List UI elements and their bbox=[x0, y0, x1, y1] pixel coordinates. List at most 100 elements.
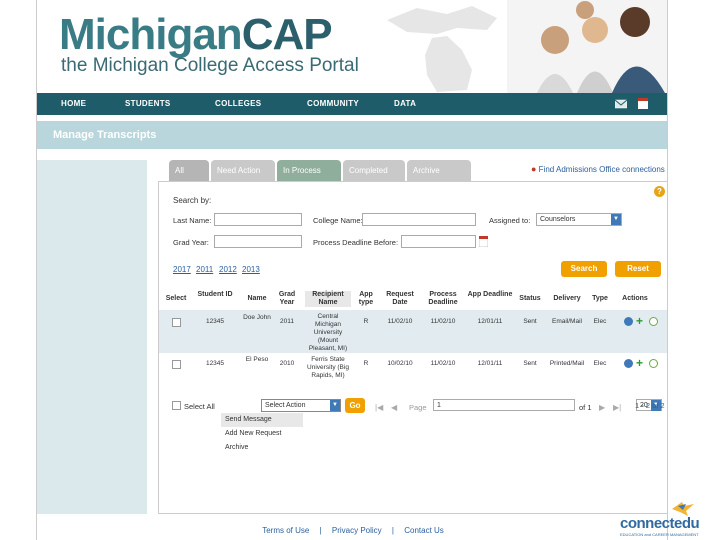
col-grad-year[interactable]: Grad Year bbox=[275, 291, 299, 307]
footer-separator: | bbox=[319, 526, 322, 535]
action-dropdown-menu: Send Message Add New Request Archive bbox=[221, 413, 303, 455]
chevron-down-icon: ▼ bbox=[330, 400, 340, 411]
col-app-type[interactable]: App type bbox=[355, 291, 377, 307]
cell-name[interactable]: El Peso bbox=[241, 356, 273, 364]
footer-terms-link[interactable]: Terms of Use bbox=[262, 526, 309, 535]
cell-status: Sent bbox=[523, 318, 537, 325]
calendar-icon[interactable] bbox=[637, 97, 649, 110]
page: MichiganCAP the Michigan College Access … bbox=[36, 0, 668, 540]
menu-item-archive[interactable]: Archive bbox=[221, 441, 303, 455]
next-page-icon[interactable]: ▶ bbox=[599, 403, 605, 412]
reset-button[interactable]: Reset bbox=[615, 261, 661, 277]
cell-student-id: 12345 bbox=[205, 318, 225, 325]
mail-icon[interactable] bbox=[615, 97, 627, 110]
go-button[interactable]: Go bbox=[345, 398, 365, 413]
cell-app-deadline: 12/01/11 bbox=[477, 360, 503, 367]
year-link[interactable]: 2017 bbox=[173, 265, 191, 274]
cell-app-deadline: 12/01/11 bbox=[477, 318, 503, 325]
row-checkbox[interactable] bbox=[172, 360, 181, 369]
college-name-input[interactable] bbox=[362, 213, 476, 226]
offices-link-label: Find Admissions Office connections bbox=[538, 165, 665, 174]
cell-request-date: 11/02/10 bbox=[387, 318, 413, 325]
people-icon: ● bbox=[531, 164, 537, 174]
col-request-date[interactable]: Request Date bbox=[381, 291, 419, 307]
site-logo[interactable]: MichiganCAP bbox=[59, 10, 333, 60]
col-status[interactable]: Status bbox=[515, 295, 545, 303]
tab-in-process[interactable]: In Process bbox=[277, 160, 341, 181]
col-delivery[interactable]: Delivery bbox=[547, 295, 587, 303]
table-row: 12345 Doe John 2011 Central Michigan Uni… bbox=[159, 310, 667, 353]
footer-contact-link[interactable]: Contact Us bbox=[404, 526, 444, 535]
left-sidebar-panel bbox=[37, 160, 147, 514]
year-link[interactable]: 2012 bbox=[219, 265, 237, 274]
col-type[interactable]: Type bbox=[589, 295, 611, 303]
page-title-bar: Manage Transcripts bbox=[37, 121, 667, 149]
view-icon[interactable] bbox=[624, 317, 633, 326]
nav-students[interactable]: STUDENTS bbox=[125, 99, 171, 108]
tab-all[interactable]: All bbox=[169, 160, 209, 181]
view-icon[interactable] bbox=[624, 359, 633, 368]
cell-app-type: R bbox=[363, 318, 369, 325]
result-range: 1 - 2 of 2 bbox=[635, 401, 665, 410]
first-page-icon[interactable]: |◀ bbox=[375, 403, 383, 412]
page-input[interactable]: 1 bbox=[433, 399, 575, 411]
col-actions: Actions bbox=[622, 295, 648, 302]
cell-grad-year: 2010 bbox=[279, 360, 295, 367]
footer-separator: | bbox=[391, 526, 394, 535]
help-icon[interactable]: ? bbox=[654, 186, 665, 197]
nav-community[interactable]: COMMUNITY bbox=[307, 99, 359, 108]
col-recipient-name[interactable]: Recipient Name bbox=[305, 291, 351, 307]
logo-part1: Michigan bbox=[59, 10, 243, 59]
tab-completed[interactable]: Completed bbox=[343, 160, 405, 181]
last-name-input[interactable] bbox=[214, 213, 302, 226]
cell-recipient: Ferris State University (Big Rapids, MI) bbox=[307, 356, 349, 379]
site-header: MichiganCAP the Michigan College Access … bbox=[37, 0, 667, 93]
prev-page-icon[interactable]: ◀ bbox=[391, 403, 397, 412]
add-icon[interactable]: + bbox=[636, 315, 643, 327]
cell-process-deadline: 11/02/10 bbox=[430, 360, 456, 367]
col-app-deadline[interactable]: App Deadline bbox=[467, 291, 513, 299]
tab-need-action[interactable]: Need Action bbox=[211, 160, 275, 181]
action-select-value: Select Action bbox=[265, 402, 306, 409]
select-all-checkbox[interactable] bbox=[172, 401, 181, 410]
table-row: 12345 El Peso 2010 Ferris State Universi… bbox=[159, 353, 667, 396]
year-link[interactable]: 2011 bbox=[196, 265, 213, 274]
grad-year-label: Grad Year: bbox=[173, 238, 209, 247]
connectedu-logo: connectedu EDUCATION and CAREER MANAGEME… bbox=[620, 502, 720, 540]
cell-delivery: Printed/Mail bbox=[549, 360, 585, 367]
search-button[interactable]: Search bbox=[561, 261, 607, 277]
row-checkbox[interactable] bbox=[172, 318, 181, 327]
col-student-id[interactable]: Student ID bbox=[195, 291, 235, 299]
michigan-map-image bbox=[387, 6, 497, 92]
cell-request-date: 10/02/10 bbox=[387, 360, 413, 367]
search-heading: Search by: bbox=[173, 196, 212, 205]
offices-link[interactable]: ● Find Admissions Office connections bbox=[531, 164, 665, 174]
nav-colleges[interactable]: COLLEGES bbox=[215, 99, 261, 108]
nav-home[interactable]: HOME bbox=[61, 99, 86, 108]
menu-item-send-message[interactable]: Send Message bbox=[221, 413, 303, 427]
nav-data[interactable]: DATA bbox=[394, 99, 416, 108]
col-process-deadline[interactable]: Process Deadline bbox=[423, 291, 463, 307]
action-select[interactable]: Select Action ▼ bbox=[261, 399, 341, 412]
footer-privacy-link[interactable]: Privacy Policy bbox=[332, 526, 382, 535]
brand-mark-icon bbox=[672, 502, 694, 516]
deadline-label: Process Deadline Before: bbox=[313, 238, 399, 247]
tab-archive[interactable]: Archive bbox=[407, 160, 471, 181]
add-icon[interactable]: + bbox=[636, 357, 643, 369]
table-header: Select Student ID Name Grad Year Recipie… bbox=[159, 288, 667, 310]
year-link[interactable]: 2013 bbox=[242, 265, 260, 274]
students-photo bbox=[507, 0, 667, 93]
cell-process-deadline: 11/02/10 bbox=[430, 318, 456, 325]
calendar-picker-icon[interactable] bbox=[479, 236, 488, 247]
menu-item-add-new-request[interactable]: Add New Request bbox=[221, 427, 303, 441]
grad-year-input[interactable] bbox=[214, 235, 302, 248]
clock-icon[interactable] bbox=[649, 317, 658, 326]
col-select: Select bbox=[165, 295, 187, 302]
cell-delivery: Email/Mail bbox=[552, 318, 582, 325]
cell-name[interactable]: Doe John bbox=[241, 314, 273, 322]
assigned-to-select[interactable]: Counselors ▼ bbox=[536, 213, 622, 226]
last-page-icon[interactable]: ▶| bbox=[613, 403, 621, 412]
clock-icon[interactable] bbox=[649, 359, 658, 368]
col-name[interactable]: Name bbox=[241, 295, 273, 303]
deadline-input[interactable] bbox=[401, 235, 476, 248]
